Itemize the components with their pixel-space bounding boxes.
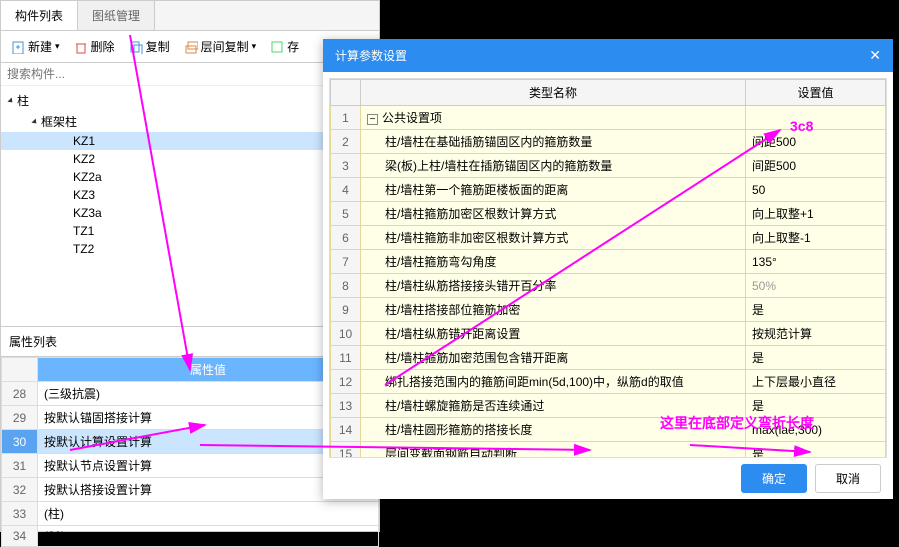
col-set-value: 设置值 [746,80,886,106]
param-row[interactable]: 13柱/墙柱螺旋箍筋是否连续通过是 [331,394,886,418]
param-row[interactable]: 15层间变截面钢筋自动判断是 [331,442,886,459]
save-button[interactable]: 存 [264,35,305,58]
property-row[interactable]: 28(三级抗震) [2,382,379,406]
param-row[interactable]: 1−公共设置项 [331,106,886,130]
param-row[interactable]: 2柱/墙柱在基础插筋锚固区内的箍筋数量间距500 [331,130,886,154]
dialog-title: 计算参数设置 [335,47,407,64]
property-row[interactable]: 29按默认锚固搭接计算 [2,406,379,430]
caret-icon [31,118,38,125]
property-row[interactable]: 31按默认节点设置计算 [2,454,379,478]
cancel-button[interactable]: 取消 [815,464,881,493]
dialog-buttons: 确定 取消 [323,464,893,501]
param-row[interactable]: 7柱/墙柱箍筋弯勾角度135° [331,250,886,274]
param-table: 类型名称设置值 1−公共设置项2柱/墙柱在基础插筋锚固区内的箍筋数量间距5003… [330,79,886,458]
param-row[interactable]: 12绑扎搭接范围内的箍筋间距min(5d,100)中，纵筋d的取值上下层最小直径 [331,370,886,394]
tab-components[interactable]: 构件列表 [1,1,78,30]
caret-icon [7,97,14,104]
dialog-titlebar: 计算参数设置 ✕ [323,39,893,72]
copy-icon [129,40,143,54]
delete-icon [74,40,88,54]
param-row[interactable]: 4柱/墙柱第一个箍筋距楼板面的距离50 [331,178,886,202]
close-icon[interactable]: ✕ [869,47,881,64]
save-icon [270,40,284,54]
dialog-body: 类型名称设置值 1−公共设置项2柱/墙柱在基础插筋锚固区内的箍筋数量间距5003… [329,78,887,458]
tabs: 构件列表 图纸管理 [1,1,379,31]
param-row[interactable]: 8柱/墙柱纵筋搭接接头错开百分率50% [331,274,886,298]
param-row[interactable]: 11柱/墙柱箍筋加密范围包含错开距离是 [331,346,886,370]
new-icon [11,40,25,54]
param-row[interactable]: 14柱/墙柱圆形箍筋的搭接长度max(lae,300) [331,418,886,442]
param-row[interactable]: 6柱/墙柱箍筋非加密区根数计算方式向上取整-1 [331,226,886,250]
ok-button[interactable]: 确定 [741,464,807,493]
param-row[interactable]: 10柱/墙柱纵筋错开距离设置按规范计算 [331,322,886,346]
property-row[interactable]: 30按默认计算设置计算 [2,430,379,454]
param-row[interactable]: 9柱/墙柱搭接部位箍筋加密是 [331,298,886,322]
param-row[interactable]: 5柱/墙柱箍筋加密区根数计算方式向上取整+1 [331,202,886,226]
property-row[interactable]: 33(柱) [2,502,379,526]
delete-button[interactable]: 删除 [68,35,121,58]
property-row[interactable]: 32按默认搭接设置计算 [2,478,379,502]
param-row[interactable]: 3梁(板)上柱/墙柱在插筋锚固区内的箍筋数量间距500 [331,154,886,178]
layer-copy-icon [184,40,198,54]
tab-drawings[interactable]: 图纸管理 [78,1,155,30]
property-row[interactable]: 34(20) [2,526,379,547]
copy-button[interactable]: 复制 [123,35,176,58]
col-type-name: 类型名称 [361,80,746,106]
layer-copy-button[interactable]: 层间复制 ▾ [178,35,263,58]
new-button[interactable]: 新建 ▾ [5,35,66,58]
calc-param-dialog: 计算参数设置 ✕ 类型名称设置值 1−公共设置项2柱/墙柱在基础插筋锚固区内的箍… [323,39,893,499]
